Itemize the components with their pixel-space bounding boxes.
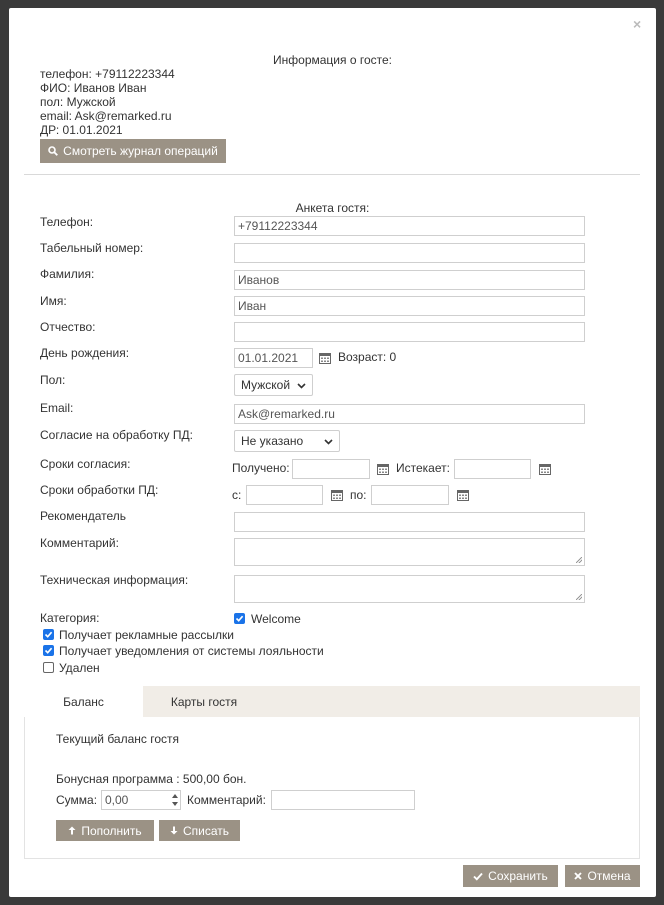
cancel-button[interactable]: Отмена <box>565 865 640 887</box>
loyalty-checkbox-label: Получает уведомления от системы лояльнос… <box>59 644 324 658</box>
calendar-icon[interactable] <box>319 352 331 367</box>
balance-title: Текущий баланс гостя <box>56 732 180 746</box>
info-phone: телефон: +79112223344 <box>40 67 175 81</box>
chevron-down-icon <box>297 375 306 395</box>
save-button-label: Сохранить <box>488 869 548 883</box>
arrow-up-icon <box>68 826 76 835</box>
patronymic-input[interactable] <box>234 322 585 342</box>
calendar-icon[interactable] <box>331 489 343 504</box>
tab-guest-cards[interactable]: Карты гостя <box>143 686 265 718</box>
deleted-checkbox[interactable] <box>43 662 54 673</box>
guest-modal: × Информация о госте: телефон: +79112223… <box>9 8 656 897</box>
ads-checkbox-label: Получает рекламные рассылки <box>59 628 234 642</box>
received-input[interactable] <box>292 459 370 479</box>
surname-input[interactable]: Иванов <box>234 270 585 290</box>
calendar-icon[interactable] <box>377 463 389 478</box>
writeoff-button[interactable]: Списать <box>159 820 240 841</box>
form-title: Анкета гостя: <box>295 201 370 215</box>
comment-textarea[interactable] <box>234 538 585 566</box>
processing-from-input[interactable] <box>246 485 323 505</box>
info-fio: ФИО: Иванов Иван <box>40 81 147 95</box>
journal-button[interactable]: Смотреть журнал операций <box>40 139 226 163</box>
chevron-down-icon <box>324 431 333 451</box>
balance-comment-input[interactable] <box>271 790 415 810</box>
gender-label: Пол: <box>40 373 66 387</box>
save-button[interactable]: Сохранить <box>463 865 558 887</box>
referrer-label: Рекомендатель <box>40 509 127 523</box>
consent-select-value: Не указано <box>241 434 304 448</box>
info-gender: пол: Мужской <box>40 95 116 109</box>
info-birthday: ДР: 01.01.2021 <box>40 123 123 137</box>
cancel-button-label: Отмена <box>587 869 631 883</box>
received-label: Получено: <box>232 461 290 475</box>
arrow-down-icon <box>170 826 178 835</box>
phone-input[interactable]: +79112223344 <box>234 216 585 236</box>
surname-label: Фамилия: <box>40 267 95 281</box>
divider <box>24 174 640 175</box>
tech-info-label: Техническая информация: <box>40 573 189 587</box>
expires-input[interactable] <box>454 459 531 479</box>
close-icon <box>574 872 583 880</box>
expires-label: Истекает: <box>396 461 450 475</box>
bonus-program-text: Бонусная программа : 500,00 бон. <box>56 772 247 786</box>
calendar-icon[interactable] <box>457 489 469 504</box>
topup-button-label: Пополнить <box>81 823 142 838</box>
category-welcome-checkbox[interactable] <box>234 613 245 624</box>
ads-checkbox[interactable] <box>43 629 54 640</box>
sum-label: Сумма: <box>56 793 98 807</box>
info-email: email: Ask@remarked.ru <box>40 109 172 123</box>
gender-select-value: Мужской <box>241 378 291 392</box>
patronymic-label: Отчество: <box>40 320 96 334</box>
calendar-icon[interactable] <box>539 463 551 478</box>
guest-info-title: Информация о госте: <box>273 53 392 67</box>
name-label: Имя: <box>40 294 67 308</box>
comment-label: Комментарий: <box>40 536 119 550</box>
journal-button-label: Смотреть журнал операций <box>63 144 218 158</box>
email-label: Email: <box>40 401 74 415</box>
from-label: с: <box>232 488 242 502</box>
tech-info-textarea[interactable] <box>234 575 585 603</box>
age-text: Возраст: 0 <box>338 350 397 364</box>
processing-dates-label: Сроки обработки ПД: <box>40 483 159 497</box>
gender-select[interactable]: Мужской <box>234 374 313 396</box>
deleted-checkbox-label: Удален <box>59 661 100 675</box>
sum-input[interactable]: 0,00 <box>101 790 181 810</box>
referrer-input[interactable] <box>234 512 585 532</box>
birthday-input[interactable]: 01.01.2021 <box>234 348 313 368</box>
category-welcome-label: Welcome <box>251 612 301 626</box>
sum-stepper[interactable] <box>171 792 179 811</box>
consent-dates-label: Сроки согласия: <box>40 457 131 471</box>
check-icon <box>473 872 483 881</box>
topup-button[interactable]: Пополнить <box>56 820 154 841</box>
email-input[interactable]: Ask@remarked.ru <box>234 404 585 424</box>
phone-label: Телефон: <box>40 215 94 229</box>
tab-bar: Баланс Карты гостя <box>24 686 640 718</box>
consent-label: Согласие на обработку ПД: <box>40 428 193 442</box>
balance-comment-label: Комментарий: <box>187 793 266 807</box>
tab-number-label: Табельный номер: <box>40 241 144 255</box>
birthday-label: День рождения: <box>40 346 130 360</box>
processing-to-input[interactable] <box>371 485 449 505</box>
name-input[interactable]: Иван <box>234 296 585 316</box>
loyalty-checkbox[interactable] <box>43 645 54 656</box>
tab-number-input[interactable] <box>234 243 585 263</box>
writeoff-button-label: Списать <box>182 823 230 838</box>
tab-balance[interactable]: Баланс <box>24 686 143 718</box>
category-label: Категория: <box>40 611 100 625</box>
close-icon[interactable]: × <box>633 16 641 32</box>
consent-select[interactable]: Не указано <box>234 430 340 452</box>
to-label: по: <box>350 488 367 502</box>
balance-panel: Текущий баланс гостя Бонусная программа … <box>24 717 640 859</box>
search-icon <box>48 146 59 156</box>
